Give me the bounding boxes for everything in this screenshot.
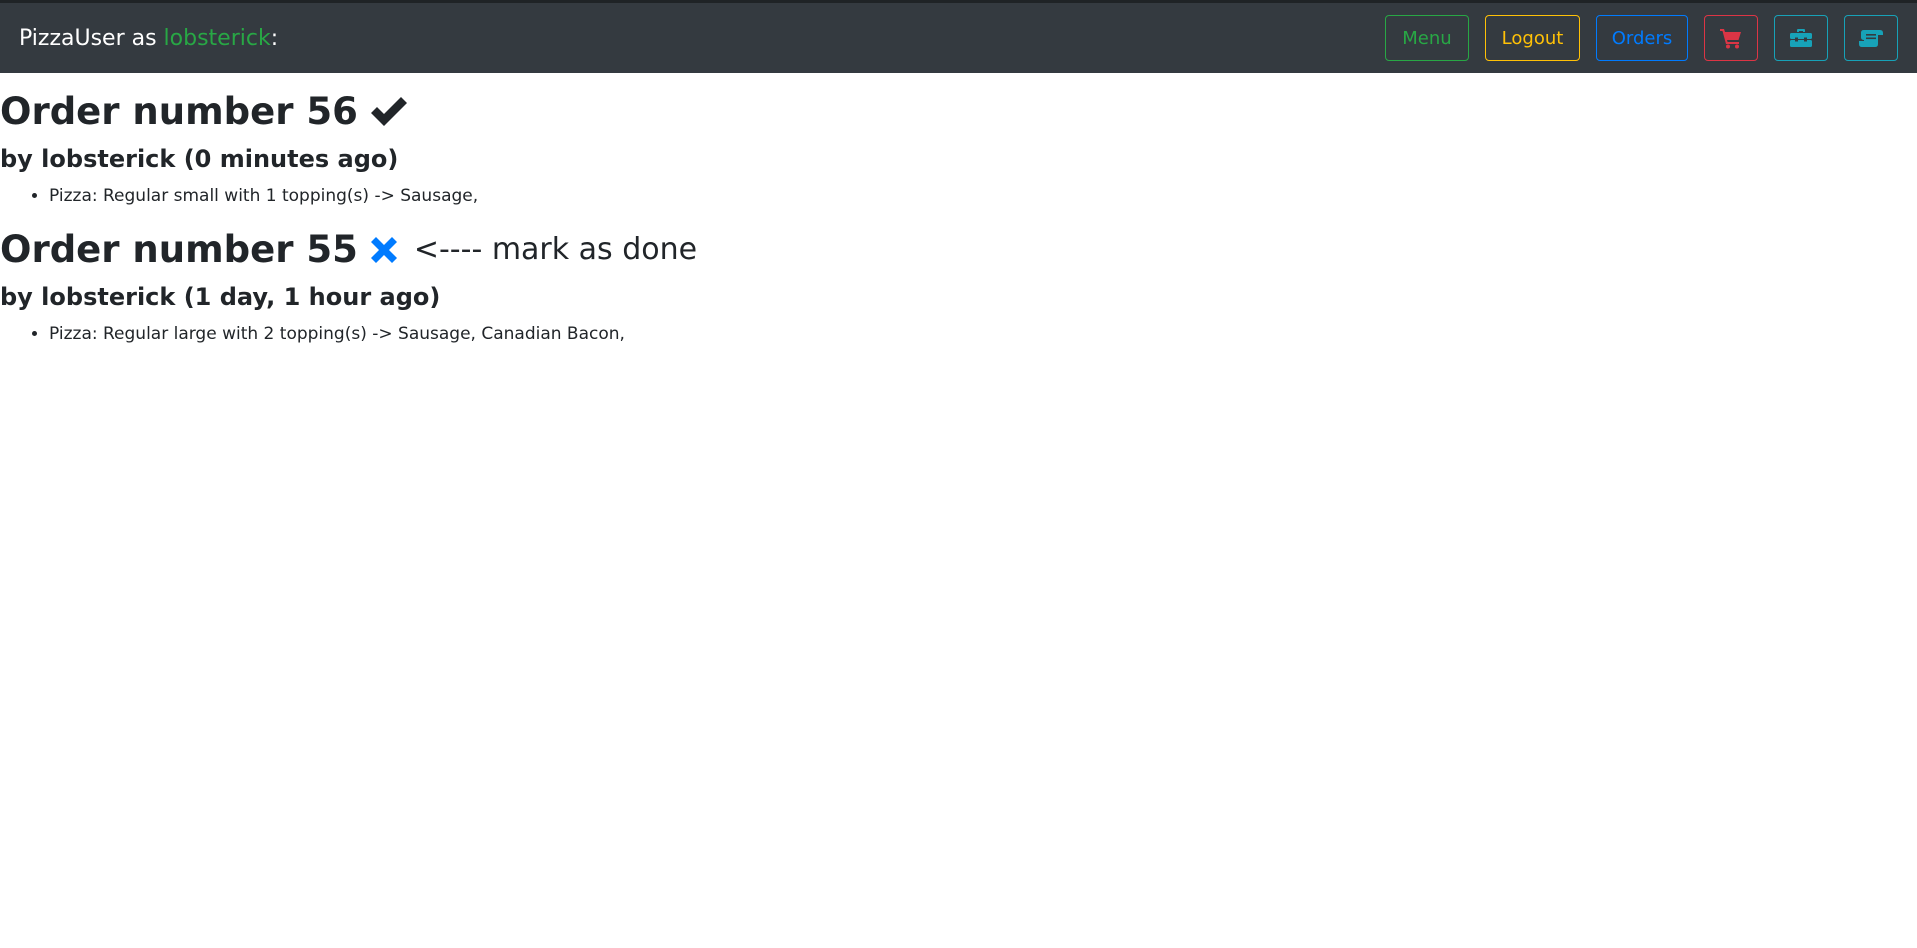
mark-as-done-hint: <---- mark as done xyxy=(413,232,698,267)
order-56: Order number 56 by lobsterick (0 minutes… xyxy=(0,87,1917,209)
order-items: Pizza: Regular small with 1 topping(s) -… xyxy=(0,183,1917,209)
brand-prefix: PizzaUser as xyxy=(19,25,164,51)
brand-username[interactable]: lobsterick xyxy=(164,26,271,51)
order-title-text: Order number 56 xyxy=(0,90,358,133)
nav-buttons: Menu Logout Orders xyxy=(1385,15,1898,61)
navbar: PizzaUser as lobsterick: Menu Logout Ord… xyxy=(0,3,1917,73)
cart-icon xyxy=(1720,29,1741,49)
menu-button[interactable]: Menu xyxy=(1385,15,1469,61)
order-title: Order number 55 <---- mark as done xyxy=(0,225,1917,275)
scroll-icon xyxy=(1859,30,1883,47)
toolbox-icon xyxy=(1790,29,1812,47)
toolbox-button[interactable] xyxy=(1774,15,1828,61)
navbar-brand: PizzaUser as lobsterick: xyxy=(19,26,278,51)
scroll-button[interactable] xyxy=(1844,15,1898,61)
list-item: Pizza: Regular large with 2 topping(s) -… xyxy=(49,321,1917,347)
cart-button[interactable] xyxy=(1704,15,1758,61)
order-title: Order number 56 xyxy=(0,87,1917,137)
x-icon[interactable] xyxy=(368,234,400,266)
order-55: Order number 55 <---- mark as done by lo… xyxy=(0,225,1917,347)
orders-list: Order number 56 by lobsterick (0 minutes… xyxy=(0,87,1917,347)
logout-button[interactable]: Logout xyxy=(1485,15,1580,61)
order-byline: by lobsterick (1 day, 1 hour ago) xyxy=(0,283,441,311)
order-title-text: Order number 55 xyxy=(0,228,358,271)
orders-button[interactable]: Orders xyxy=(1596,15,1688,61)
brand-suffix: : xyxy=(270,25,279,51)
order-items: Pizza: Regular large with 2 topping(s) -… xyxy=(0,321,1917,347)
list-item: Pizza: Regular small with 1 topping(s) -… xyxy=(49,183,1917,209)
order-byline: by lobsterick (0 minutes ago) xyxy=(0,145,399,173)
check-icon xyxy=(368,95,410,129)
